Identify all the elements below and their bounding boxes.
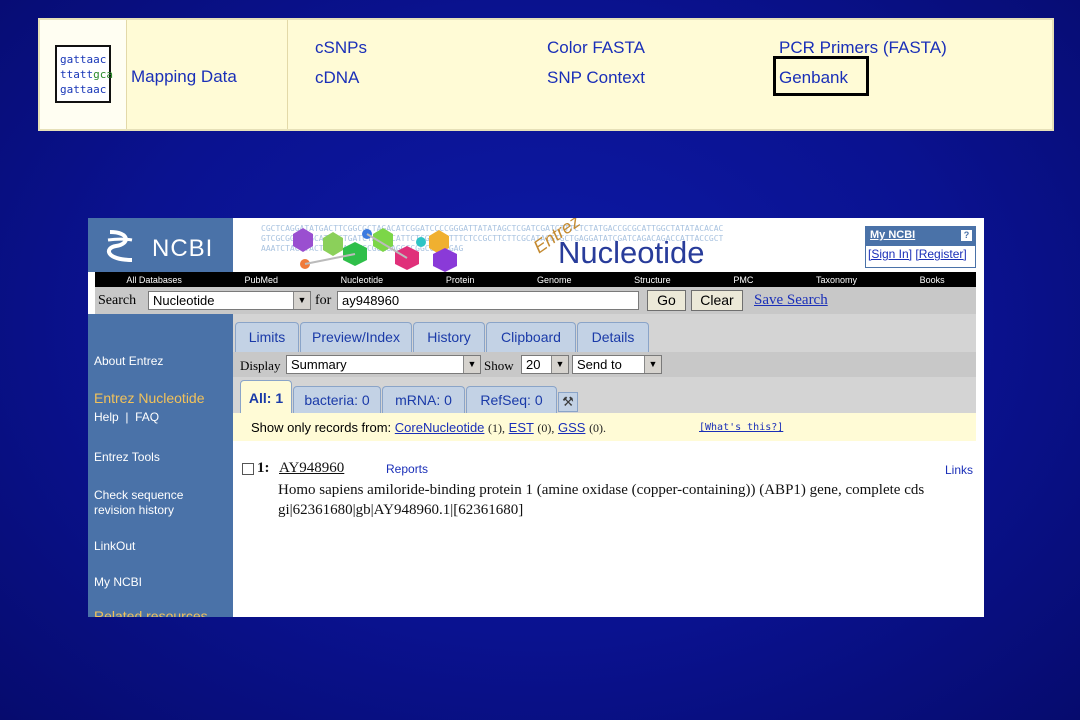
send-to-value: Send to <box>577 357 622 372</box>
reports-link[interactable]: Reports <box>386 462 428 476</box>
sidebar-item-revision-history[interactable]: revision history <box>94 503 174 518</box>
for-label: for <box>315 293 332 308</box>
sidebar-item-entrez-tools[interactable]: Entrez Tools <box>94 450 160 465</box>
go-button[interactable]: Go <box>647 290 686 311</box>
tab-details[interactable]: Details <box>577 322 649 352</box>
show-count-value: 20 <box>526 357 541 372</box>
sidebar-item-my-ncbi[interactable]: My NCBI <box>94 575 142 590</box>
result-ids: gi|62361680|gb|AY948960.1|[62361680] <box>278 502 524 518</box>
est-count: (0), <box>537 421 555 435</box>
db-all-databases[interactable]: All Databases <box>126 275 182 285</box>
genbank-highlight-box <box>773 56 869 96</box>
core-count: (1), <box>488 421 506 435</box>
db-pmc[interactable]: PMC <box>733 275 753 285</box>
show-label: Show <box>484 358 514 373</box>
tab-limits[interactable]: Limits <box>235 322 299 352</box>
csnps-link[interactable]: cSNPs <box>315 38 367 58</box>
whats-this-link[interactable]: [What's this?] <box>699 422 783 433</box>
db-protein[interactable]: Protein <box>446 275 475 285</box>
result-number: 1: <box>257 460 270 476</box>
clear-button[interactable]: Clear <box>691 290 743 311</box>
send-to-select[interactable]: Send to ▼ <box>572 355 662 374</box>
core-nucleotide-link[interactable]: CoreNucleotide <box>395 420 485 435</box>
filter-prefix: Show only records from: <box>251 420 392 435</box>
cdna-link[interactable]: cDNA <box>315 68 359 88</box>
search-label: Search <box>98 293 137 308</box>
molecule-graphic-icon <box>293 228 457 272</box>
nucleotide-title: Nucleotide <box>558 235 705 270</box>
filter-text: Show only records from: CoreNucleotide (… <box>251 420 606 436</box>
pcr-primers-link[interactable]: PCR Primers (FASTA) <box>779 38 947 58</box>
db-structure[interactable]: Structure <box>634 275 671 285</box>
dna-logo-icon: gattaac ttattgca gattaac <box>55 45 113 103</box>
result-description: Homo sapiens amiloride-binding protein 1… <box>278 482 925 498</box>
mapping-data-label: Mapping Data <box>131 67 237 86</box>
sidebar-item-about-entrez[interactable]: About Entrez <box>94 354 163 369</box>
help-icon[interactable]: ? <box>961 230 972 241</box>
result-checkbox[interactable] <box>242 463 254 475</box>
tab-clipboard[interactable]: Clipboard <box>486 322 576 352</box>
sidebar-item-related-resources[interactable]: Related resources <box>94 609 208 618</box>
ncbi-wordmark: NCBI <box>152 235 214 262</box>
chevron-down-icon[interactable]: ▼ <box>463 356 480 373</box>
gss-link[interactable]: GSS <box>558 420 585 435</box>
snp-context-link[interactable]: SNP Context <box>547 68 645 88</box>
display-label: Display <box>240 358 281 373</box>
search-query: ay948960 <box>342 293 400 308</box>
db-genome[interactable]: Genome <box>537 275 572 285</box>
myncbi-box: My NCBI ? [Sign In] [Register] <box>865 226 976 268</box>
myncbi-links: [Sign In] [Register] <box>866 246 975 262</box>
tab-mrna[interactable]: mRNA: 0 <box>382 386 465 413</box>
ncbi-entrez-window: NCBI CGCTCAGGATATGACTTCGGCGCTAGACATCGGAT… <box>88 218 984 617</box>
chevron-down-icon[interactable]: ▼ <box>644 356 661 373</box>
filter-bar: Show only records from: CoreNucleotide (… <box>233 413 976 441</box>
display-select-value: Summary <box>291 357 347 372</box>
accession-link[interactable]: AY948960 <box>279 460 344 477</box>
left-sidebar: About Entrez Entrez Nucleotide Help | FA… <box>88 314 233 617</box>
ncbi-logo[interactable]: NCBI <box>88 218 233 272</box>
display-bar: Display Summary ▼ Show 20 ▼ Send to ▼ <box>233 352 976 377</box>
tab-refseq[interactable]: RefSeq: 0 <box>466 386 557 413</box>
logo-line-2a: ttatt <box>60 68 94 81</box>
links-link[interactable]: Links <box>945 463 973 477</box>
chevron-down-icon[interactable]: ▼ <box>551 356 568 373</box>
tab-preview-index[interactable]: Preview/Index <box>300 322 412 352</box>
mapping-cell: Mapping Data <box>126 20 288 129</box>
est-link[interactable]: EST <box>509 420 534 435</box>
logo-line-3: gattaac <box>60 83 107 96</box>
database-select-value: Nucleotide <box>153 293 215 308</box>
chevron-down-icon[interactable]: ▼ <box>293 292 310 309</box>
database-select[interactable]: Nucleotide ▼ <box>148 291 311 310</box>
sidebar-item-check-sequence[interactable]: Check sequence <box>94 488 183 503</box>
db-pubmed[interactable]: PubMed <box>244 275 278 285</box>
database-bar: All Databases PubMed Nucleotide Protein … <box>95 272 976 287</box>
sidebar-item-help-faq[interactable]: Help | FAQ <box>94 410 159 425</box>
logo-line-2b: gca <box>93 68 113 81</box>
search-bar: Search Nucleotide ▼ for ay948960 Go Clea… <box>95 287 976 314</box>
color-fasta-link[interactable]: Color FASTA <box>547 38 645 58</box>
sidebar-item-entrez-nucleotide[interactable]: Entrez Nucleotide <box>94 391 205 406</box>
register-link[interactable]: [Register] <box>915 247 966 261</box>
display-select[interactable]: Summary ▼ <box>286 355 481 374</box>
logo-cell: gattaac ttattgca gattaac <box>40 20 127 129</box>
tab-history[interactable]: History <box>413 322 485 352</box>
tab-bacteria[interactable]: bacteria: 0 <box>293 386 381 413</box>
gss-count: (0). <box>589 421 607 435</box>
db-nucleotide[interactable]: Nucleotide <box>341 275 384 285</box>
sidebar-item-linkout[interactable]: LinkOut <box>94 539 135 554</box>
search-input[interactable]: ay948960 <box>337 291 639 310</box>
wrench-icon[interactable]: ⚒ <box>558 392 578 412</box>
myncbi-header: My NCBI ? <box>866 227 975 246</box>
sign-in-link[interactable]: [Sign In] <box>868 247 912 261</box>
show-count-select[interactable]: 20 ▼ <box>521 355 569 374</box>
tab-all[interactable]: All: 1 <box>240 380 292 413</box>
nucleotide-banner: CGCTCAGGATATGACTTCGGCGCTAGACATCGGATCCCCG… <box>233 218 723 272</box>
logo-line-1: gattaac <box>60 53 107 66</box>
db-books[interactable]: Books <box>920 275 945 285</box>
ncbi-helix-icon <box>106 230 133 262</box>
db-taxonomy[interactable]: Taxonomy <box>816 275 857 285</box>
save-search-link[interactable]: Save Search <box>754 292 828 309</box>
mapping-data-banner: gattaac ttattgca gattaac Mapping Data cS… <box>38 18 1054 131</box>
myncbi-link[interactable]: My NCBI <box>870 229 915 241</box>
